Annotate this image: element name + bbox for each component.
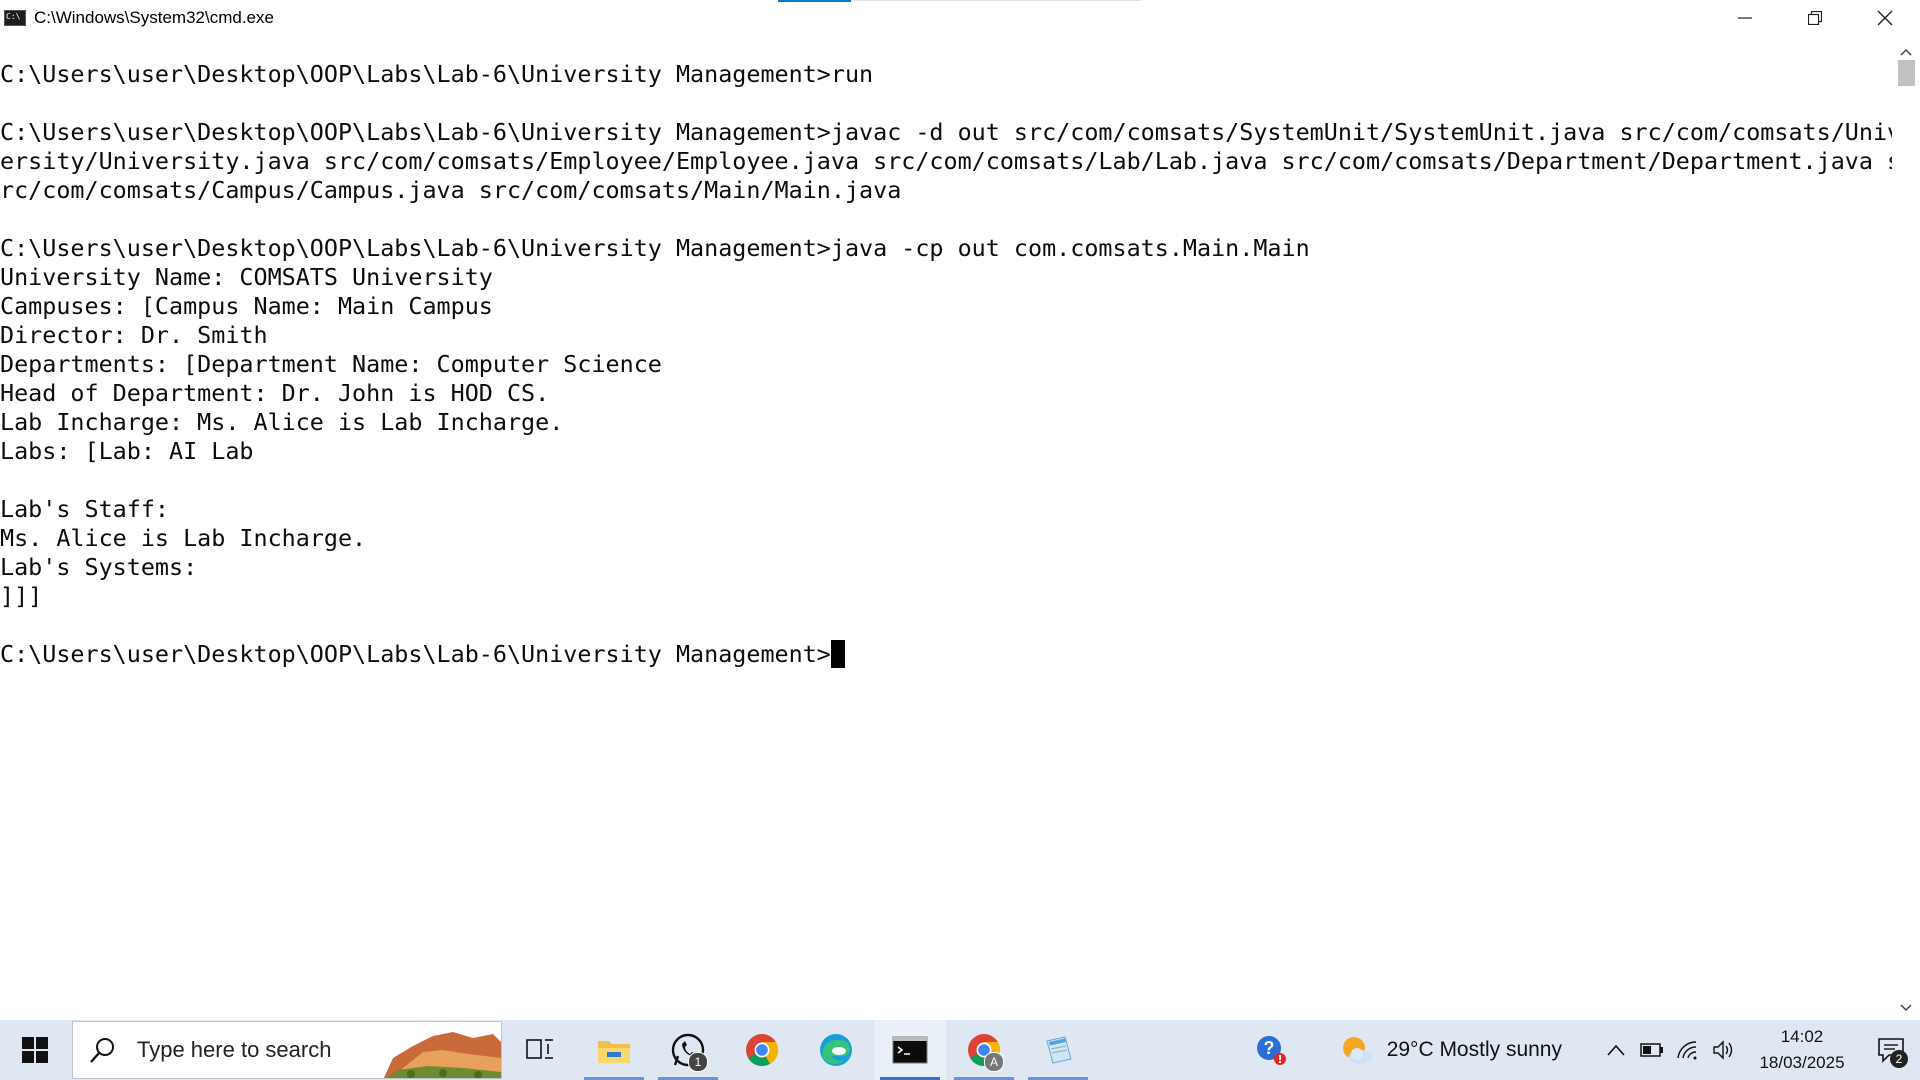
title-accent-line [851, 0, 1141, 1]
console-line: Campuses: [Campus Name: Main Campus [0, 292, 493, 320]
vertical-scrollbar[interactable] [1892, 36, 1920, 1020]
task-view-icon [526, 1039, 553, 1059]
help-button[interactable]: ? [1253, 1020, 1289, 1080]
clock-time: 14:02 [1780, 1027, 1824, 1046]
system-tray: ? 29°C Mostly sunny 14:02 18/03/2025 2 [1253, 1020, 1920, 1080]
clock[interactable]: 14:02 18/03/2025 [1754, 1024, 1850, 1076]
svg-text:?: ? [1263, 1038, 1274, 1058]
network-button[interactable] [1670, 1020, 1706, 1080]
console-lines: C:\Users\user\Desktop\OOP\Labs\Lab-6\Uni… [0, 60, 1892, 610]
console-text: C:\Users\user\Desktop\OOP\Labs\Lab-6\Uni… [0, 60, 1892, 669]
console-line: rc/com/comsats/Campus/Campus.java src/co… [0, 176, 902, 204]
show-hidden-icons-button[interactable] [1598, 1020, 1634, 1080]
console-line: Departments: [Department Name: Computer … [0, 350, 662, 378]
battery-button[interactable] [1634, 1020, 1670, 1080]
console-line: ersity/University.java src/com/comsats/E… [0, 147, 1892, 175]
file-explorer-button[interactable] [578, 1020, 650, 1080]
partly-sunny-icon [1342, 1037, 1373, 1064]
taskbar-search-box[interactable]: Type here to search [72, 1021, 502, 1079]
console-line: University Name: COMSATS University [0, 263, 493, 291]
chrome-button[interactable] [726, 1020, 798, 1080]
chevron-up-icon [1607, 1044, 1625, 1056]
weather-text: 29°C Mostly sunny [1386, 1038, 1562, 1061]
minimize-icon [1738, 17, 1752, 19]
notepad-button[interactable] [1022, 1020, 1094, 1080]
volume-icon [1713, 1040, 1733, 1060]
title-accent [778, 0, 851, 2]
scroll-thumb[interactable] [1898, 60, 1915, 86]
notepad-icon [1046, 1036, 1072, 1064]
console-line: C:\Users\user\Desktop\OOP\Labs\Lab-6\Uni… [0, 234, 1310, 262]
scroll-down-button[interactable] [1892, 996, 1920, 1020]
chrome-profile-badge: A [984, 1052, 1004, 1072]
title-bar[interactable]: C:\Windows\System32\cmd.exe [0, 0, 1920, 36]
chrome-profile-button[interactable]: A [948, 1020, 1020, 1080]
search-icon [89, 1036, 119, 1064]
console-line: C:\Users\user\Desktop\OOP\Labs\Lab-6\Uni… [0, 60, 874, 88]
chevron-down-icon [1900, 1004, 1912, 1012]
weather-widget[interactable]: 29°C Mostly sunny [1339, 1034, 1562, 1066]
wifi-icon [1677, 1041, 1697, 1060]
whatsapp-button[interactable]: 1 [652, 1020, 724, 1080]
restore-button[interactable] [1780, 0, 1850, 36]
notification-center-button[interactable]: 2 [1862, 1020, 1920, 1080]
minimize-button[interactable] [1710, 0, 1780, 36]
text-cursor [830, 640, 845, 668]
console-line: Lab's Systems: [0, 553, 198, 581]
console-line: Lab Incharge: Ms. Alice is Lab Incharge. [0, 408, 564, 436]
cmd-app-icon[interactable] [4, 10, 26, 26]
chrome-icon [746, 1034, 779, 1067]
chevron-up-icon [1900, 48, 1912, 56]
edge-icon [820, 1034, 852, 1066]
battery-icon [1640, 1043, 1663, 1057]
whatsapp-badge: 1 [688, 1052, 708, 1072]
window-controls [1710, 0, 1920, 36]
search-placeholder: Type here to search [137, 1037, 332, 1062]
volume-button[interactable] [1706, 1020, 1742, 1080]
cmd-icon [892, 1036, 928, 1064]
console-line: Labs: [Lab: AI Lab [0, 437, 254, 465]
console-line: Director: Dr. Smith [0, 321, 268, 349]
help-icon: ? [1256, 1036, 1286, 1065]
task-view-button[interactable] [504, 1020, 576, 1080]
restore-icon [1808, 11, 1822, 25]
console-line: Head of Department: Dr. John is HOD CS. [0, 379, 550, 407]
console-line: ]]] [0, 582, 43, 610]
notification-count: 2 [1890, 1050, 1908, 1068]
file-explorer-icon [598, 1041, 630, 1063]
clock-date: 18/03/2025 [1759, 1053, 1845, 1072]
start-button[interactable] [0, 1020, 70, 1080]
cmd-taskbar-button[interactable] [874, 1020, 946, 1080]
edge-button[interactable] [800, 1020, 872, 1080]
console-line: Ms. Alice is Lab Incharge. [0, 524, 367, 552]
console-line: Lab's Staff: [0, 495, 169, 523]
close-button[interactable] [1850, 0, 1920, 36]
current-prompt: C:\Users\user\Desktop\OOP\Labs\Lab-6\Uni… [0, 640, 831, 668]
window-title: C:\Windows\System32\cmd.exe [34, 8, 274, 27]
close-icon [1877, 10, 1893, 26]
windows-logo-icon [22, 1037, 48, 1063]
console-line: C:\Users\user\Desktop\OOP\Labs\Lab-6\Uni… [0, 118, 1892, 146]
console-output[interactable]: C:\Users\user\Desktop\OOP\Labs\Lab-6\Uni… [0, 36, 1892, 1020]
search-highlight-image [383, 1032, 501, 1078]
taskbar: Type here to search 1 A ? 29°C Mostly su… [0, 1020, 1920, 1080]
